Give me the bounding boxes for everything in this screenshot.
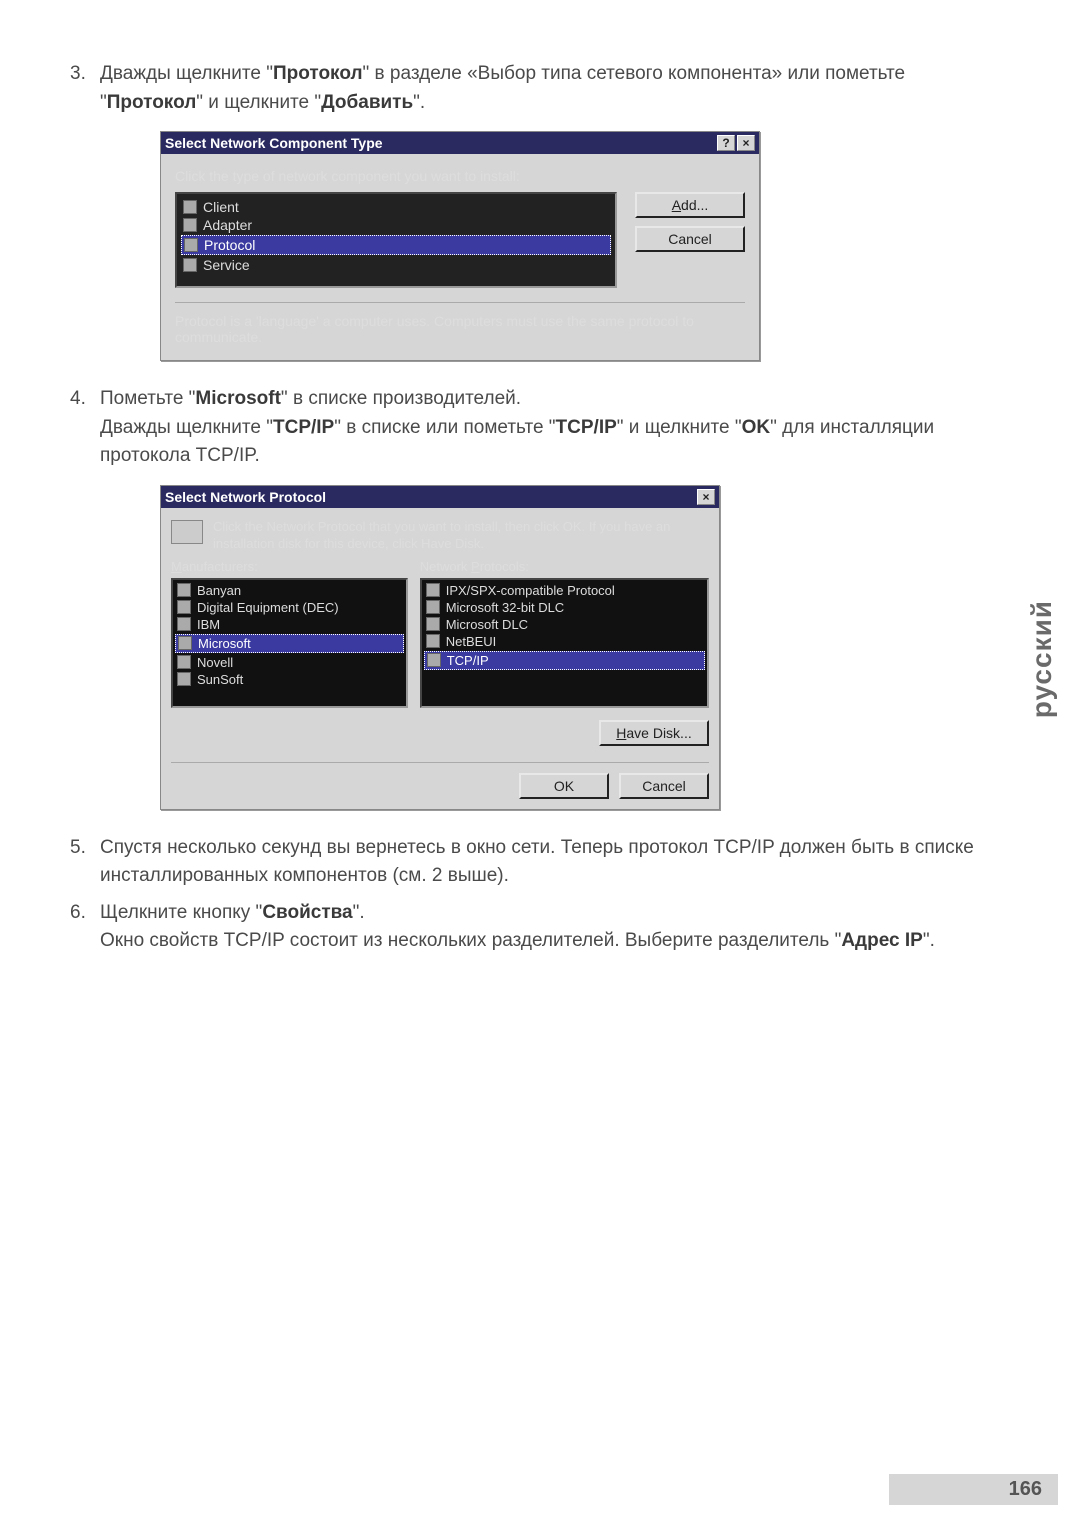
protocols-list[interactable]: IPX/SPX-compatible Protocol Microsoft 32…	[420, 578, 709, 708]
vendor-icon	[177, 617, 191, 631]
list-item[interactable]: IBM	[177, 616, 402, 633]
ok-button[interactable]: OK	[519, 773, 609, 799]
protocols-label: Network Protocols:	[420, 559, 709, 574]
list-item[interactable]: Adapter	[183, 216, 609, 234]
side-language-label: русский	[1026, 600, 1058, 718]
titlebar: Select Network Protocol ×	[161, 486, 719, 508]
cancel-button[interactable]: Cancel	[619, 773, 709, 799]
list-item[interactable]: NetBEUI	[426, 633, 703, 650]
vendor-icon	[178, 636, 192, 650]
list-item[interactable]: Client	[183, 198, 609, 216]
dialog1-prompt: Click the type of network component you …	[175, 168, 745, 184]
service-icon	[183, 258, 197, 272]
step5-number: 5.	[70, 834, 100, 891]
dialog1-description: Protocol is a 'language' a computer uses…	[175, 302, 745, 346]
titlebar: Select Network Component Type ? ×	[161, 132, 759, 154]
step3-text: Дважды щелкните "Протокол" в разделе «Вы…	[100, 60, 1010, 117]
protocol-icon	[184, 238, 198, 252]
protocol-item-icon	[427, 653, 441, 667]
step3-number: 3.	[70, 60, 100, 117]
list-item[interactable]: SunSoft	[177, 671, 402, 688]
protocol-item-icon	[426, 583, 440, 597]
dialog-title: Select Network Component Type	[165, 135, 715, 151]
close-button[interactable]: ×	[697, 489, 715, 505]
step4-text: Пометьте "Microsoft" в списке производит…	[100, 385, 1010, 471]
vendor-icon	[177, 583, 191, 597]
cancel-button[interactable]: Cancel	[635, 226, 745, 252]
adapter-icon	[183, 218, 197, 232]
manufacturers-label: Manufacturers:	[171, 559, 408, 574]
step5-text: Спустя несколько секунд вы вернетесь в о…	[100, 834, 1010, 891]
help-button[interactable]: ?	[717, 135, 735, 151]
have-disk-button[interactable]: Have Disk...	[599, 720, 709, 746]
list-item[interactable]: Microsoft 32-bit DLC	[426, 599, 703, 616]
list-item[interactable]: Digital Equipment (DEC)	[177, 599, 402, 616]
step6-text: Щелкните кнопку "Свойства". Окно свойств…	[100, 899, 1010, 956]
list-item[interactable]: Novell	[177, 654, 402, 671]
manufacturers-list[interactable]: Banyan Digital Equipment (DEC) IBM Micro…	[171, 578, 408, 708]
list-item-selected[interactable]: Protocol	[181, 235, 611, 255]
list-item-selected[interactable]: Microsoft	[175, 634, 404, 653]
step6-number: 6.	[70, 899, 100, 956]
page-number: 166	[889, 1474, 1058, 1505]
list-item[interactable]: Microsoft DLC	[426, 616, 703, 633]
dialog2-title: Select Network Protocol	[165, 489, 695, 505]
vendor-icon	[177, 672, 191, 686]
client-icon	[183, 200, 197, 214]
list-item[interactable]: Service	[183, 256, 609, 274]
protocol-wizard-icon	[171, 520, 203, 544]
close-button[interactable]: ×	[737, 135, 755, 151]
step4-number: 4.	[70, 385, 100, 471]
protocol-item-icon	[426, 634, 440, 648]
list-item[interactable]: Banyan	[177, 582, 402, 599]
component-type-list[interactable]: Client Adapter Protocol Service	[175, 192, 617, 288]
dialog-select-component-type: Select Network Component Type ? × Click …	[160, 131, 760, 361]
list-item[interactable]: IPX/SPX-compatible Protocol	[426, 582, 703, 599]
vendor-icon	[177, 655, 191, 669]
vendor-icon	[177, 600, 191, 614]
dialog2-instruction: Click the Network Protocol that you want…	[213, 518, 709, 553]
protocol-item-icon	[426, 600, 440, 614]
dialog-select-network-protocol: Select Network Protocol × Click the Netw…	[160, 485, 720, 810]
add-button[interactable]: Add...	[635, 192, 745, 218]
list-item-selected[interactable]: TCP/IP	[424, 651, 705, 670]
protocol-item-icon	[426, 617, 440, 631]
